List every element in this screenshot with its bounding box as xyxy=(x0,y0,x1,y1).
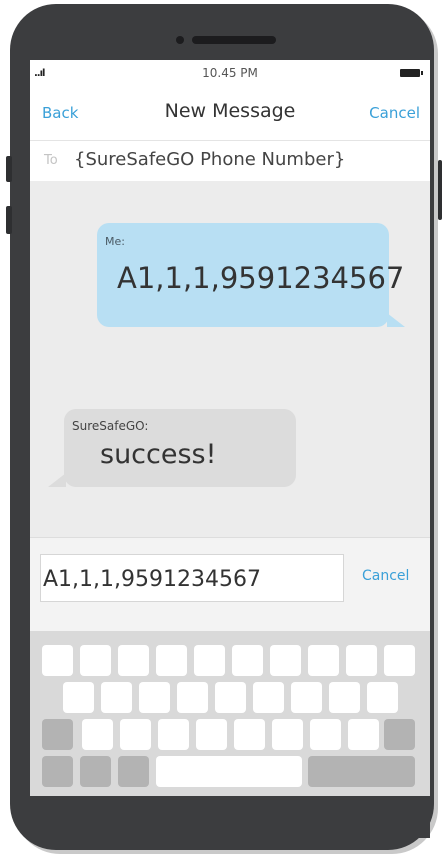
sent-message-sender: Me: xyxy=(105,235,125,248)
recipient-label: To xyxy=(44,153,58,168)
on-screen-keyboard xyxy=(30,631,430,796)
backspace-key[interactable] xyxy=(384,719,415,750)
keyboard-key[interactable] xyxy=(270,645,301,676)
return-key[interactable] xyxy=(308,756,415,787)
recipient-value: {SureSafeGO Phone Number} xyxy=(74,149,346,170)
keyboard-key[interactable] xyxy=(253,682,284,713)
keyboard-key[interactable] xyxy=(82,719,113,750)
emoji-key[interactable] xyxy=(80,756,111,787)
compose-bar: A1,1,1,9591234567 Cancel xyxy=(30,537,430,632)
message-input-text: A1,1,1,9591234567 xyxy=(43,567,261,592)
recipient-field[interactable]: To {SureSafeGO Phone Number} xyxy=(30,140,430,182)
sent-message-text: A1,1,1,9591234567 xyxy=(117,261,405,295)
keyboard-key[interactable] xyxy=(156,645,187,676)
keyboard-key[interactable] xyxy=(120,719,151,750)
keyboard-key[interactable] xyxy=(196,719,227,750)
message-input[interactable]: A1,1,1,9591234567 xyxy=(40,554,344,602)
keyboard-key[interactable] xyxy=(367,682,398,713)
cancel-button[interactable]: Cancel xyxy=(369,104,420,122)
keyboard-key[interactable] xyxy=(384,645,415,676)
keyboard-key[interactable] xyxy=(272,719,303,750)
keyboard-key[interactable] xyxy=(139,682,170,713)
shift-key[interactable] xyxy=(42,719,73,750)
power-button xyxy=(438,160,442,220)
keyboard-key[interactable] xyxy=(348,719,379,750)
keyboard-key[interactable] xyxy=(329,682,360,713)
keyboard-key[interactable] xyxy=(232,645,263,676)
keyboard-key[interactable] xyxy=(42,645,73,676)
status-bar: ..ıl 10.45 PM xyxy=(30,60,430,84)
phone-chin xyxy=(30,796,430,838)
space-key[interactable] xyxy=(156,756,302,787)
mic-key[interactable] xyxy=(118,756,149,787)
sent-message-bubble: Me: A1,1,1,9591234567 xyxy=(97,223,405,327)
received-message-text: success! xyxy=(100,439,217,470)
earpiece-speaker xyxy=(192,36,276,44)
keyboard-key[interactable] xyxy=(291,682,322,713)
message-thread: Me: A1,1,1,9591234567 SureSafeGO: succes… xyxy=(30,181,430,537)
keyboard-key[interactable] xyxy=(215,682,246,713)
numbers-key[interactable] xyxy=(42,756,73,787)
keyboard-key[interactable] xyxy=(234,719,265,750)
volume-up-button xyxy=(6,156,12,182)
navigation-bar: Back New Message Cancel xyxy=(30,90,430,140)
keyboard-key[interactable] xyxy=(308,645,339,676)
compose-cancel-button[interactable]: Cancel xyxy=(362,568,409,584)
keyboard-key[interactable] xyxy=(63,682,94,713)
keyboard-key[interactable] xyxy=(310,719,341,750)
volume-down-button xyxy=(6,206,12,234)
battery-icon xyxy=(400,69,423,77)
keyboard-key[interactable] xyxy=(101,682,132,713)
keyboard-key[interactable] xyxy=(194,645,225,676)
received-message-bubble: SureSafeGO: success! xyxy=(48,409,296,487)
keyboard-key[interactable] xyxy=(80,645,111,676)
keyboard-key[interactable] xyxy=(177,682,208,713)
keyboard-key[interactable] xyxy=(158,719,189,750)
keyboard-key[interactable] xyxy=(118,645,149,676)
received-message-sender: SureSafeGO: xyxy=(72,419,149,433)
status-time: 10.45 PM xyxy=(202,66,258,80)
phone-screen: ..ıl 10.45 PM Back New Message Cancel To… xyxy=(30,60,430,796)
keyboard-key[interactable] xyxy=(346,645,377,676)
front-camera xyxy=(176,36,184,44)
